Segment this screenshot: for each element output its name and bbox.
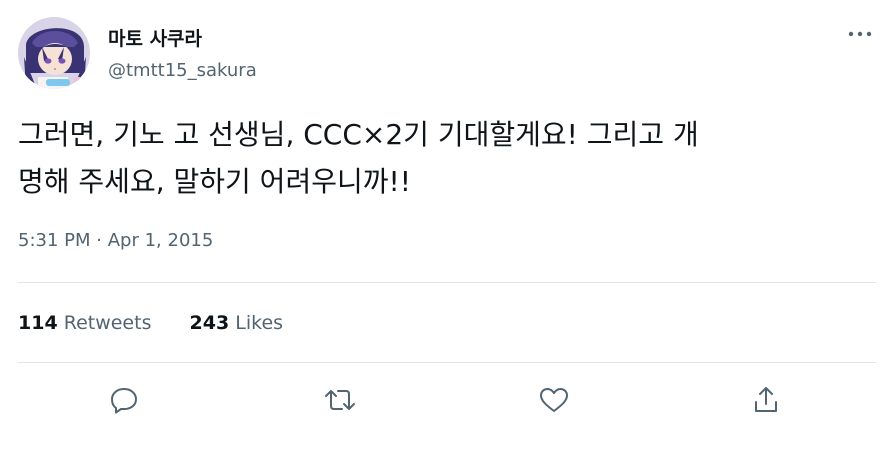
heart-icon [540, 388, 568, 412]
timestamp-time[interactable]: 5:31 PM [18, 230, 91, 251]
retweets-count: 114 [18, 312, 58, 334]
like-button[interactable] [536, 382, 572, 418]
tweet-text: 그러면, 기노 고 선생님, CCC×2기 기대할게요! 그리고 개 명해 주세… [18, 118, 699, 198]
more-options-button[interactable] [842, 22, 878, 46]
more-horizontal-icon [848, 31, 872, 37]
author-display-name[interactable]: 마토 사쿠라 [108, 24, 202, 51]
divider [18, 362, 876, 363]
tweet-timestamp: 5:31 PM · Apr 1, 2015 [18, 230, 213, 251]
divider [18, 282, 876, 283]
retweet-button[interactable] [322, 382, 358, 418]
avatar[interactable] [18, 17, 90, 89]
likes-label: Likes [235, 312, 284, 334]
author-handle[interactable]: @tmtt15_sakura [108, 60, 257, 81]
timestamp-separator: · [96, 230, 102, 251]
retweet-icon [325, 390, 355, 410]
retweets-stat[interactable]: 114 Retweets [18, 312, 151, 334]
likes-count: 243 [189, 312, 230, 334]
likes-stat[interactable]: 243 Likes [190, 312, 284, 334]
share-icon [755, 387, 777, 412]
reply-icon [111, 388, 137, 414]
share-button[interactable] [748, 382, 784, 418]
retweets-label: Retweets [63, 312, 152, 334]
tweet-stats: 114 Retweets 243 Likes [18, 312, 283, 334]
avatar-image [18, 17, 90, 89]
timestamp-date[interactable]: Apr 1, 2015 [108, 230, 214, 251]
reply-button[interactable] [106, 382, 142, 418]
